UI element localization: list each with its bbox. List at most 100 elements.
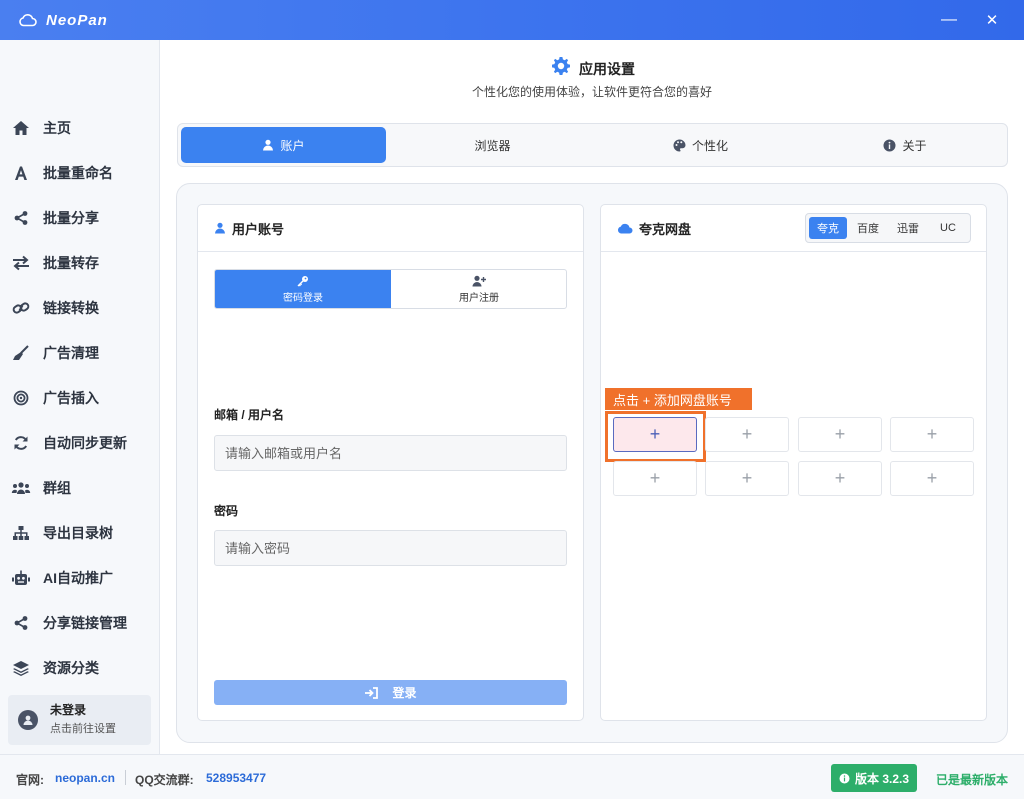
sign-in-icon [364,686,379,699]
tab-label: 关于 [902,138,927,153]
sidebar: 主页 批量重命名 批量分享 批量转存 链接转换 广告清理 广告插入 自动同步更新… [0,40,160,754]
add-account-slot[interactable]: + [890,461,974,496]
card-header: 用户账号 [198,205,583,252]
gear-icon [551,56,571,81]
tab-password-login[interactable]: 密码登录 [215,270,391,308]
sidebar-item-share-manage[interactable]: 分享链接管理 [0,603,159,643]
password-field[interactable] [214,530,567,566]
app-name: NeoPan [46,11,108,29]
add-account-slot[interactable]: + [798,417,882,452]
user-plus-icon [472,275,486,287]
sidebar-item-label: 广告清理 [43,345,99,361]
login-button[interactable]: 登录 [214,680,567,705]
tab-label: 密码登录 [283,292,323,304]
page-title: 应用设置 [551,56,635,81]
add-account-slot[interactable]: + [705,417,789,452]
layers-icon [11,658,31,678]
version-badge[interactable]: 版本 3.2.3 [831,764,917,792]
sidebar-item-categories[interactable]: 资源分类 [0,648,159,688]
sidebar-item-label: 导出目录树 [43,525,113,541]
main-area: 应用设置 个性化您的使用体验，让软件更符合您的喜好 账户 浏览器 个性化 关于 … [160,40,1024,754]
qq-group-label: QQ交流群: [135,773,194,787]
add-account-slot[interactable]: + [798,461,882,496]
home-icon [11,118,31,138]
sidebar-item-export-tree[interactable]: 导出目录树 [0,513,159,553]
add-account-slot[interactable]: + [613,461,697,496]
status-bar: 官网: neopan.cn QQ交流群: 528953477 版本 3.2.3 … [0,754,1024,799]
email-label: 邮箱 / 用户名 [214,408,285,422]
user-name: 未登录 [50,703,87,717]
palette-icon [673,139,686,152]
sidebar-item-ad-clean[interactable]: 广告清理 [0,333,159,373]
close-button[interactable]: ✕ [979,8,1005,32]
page-subtitle: 个性化您的使用体验，让软件更符合您的喜好 [471,85,712,99]
sync-icon [11,433,31,453]
sidebar-item-label: 批量转存 [43,255,99,271]
tab-about[interactable]: 关于 [805,127,1005,163]
password-label: 密码 [214,504,239,518]
site-link[interactable]: neopan.cn [55,771,115,785]
share-icon [11,613,31,633]
target-icon [11,388,31,408]
add-account-slot[interactable]: + [705,461,789,496]
font-icon [11,163,31,183]
share-icon [11,208,31,228]
sidebar-item-batch-rename[interactable]: 批量重命名 [0,153,159,193]
tab-account[interactable]: 账户 [181,127,386,163]
add-account-slot[interactable]: + [613,417,697,452]
tab-label: 浏览器 [474,138,511,153]
link-icon [11,298,31,318]
sidebar-item-label: 链接转换 [43,300,99,316]
provider-tabs: 夸克 百度 迅雷 UC [805,213,971,243]
card-title: 用户账号 [232,221,285,237]
sidebar-item-batch-share[interactable]: 批量分享 [0,198,159,238]
sidebar-item-groups[interactable]: 群组 [0,468,159,508]
add-account-tip: 点击 + 添加网盘账号 [605,388,752,410]
provider-uc[interactable]: UC [929,217,967,239]
email-field[interactable] [214,435,567,471]
sidebar-item-ad-insert[interactable]: 广告插入 [0,378,159,418]
info-icon [883,139,896,152]
card-title: 夸克网盘 [639,221,692,237]
sidebar-item-link-convert[interactable]: 链接转换 [0,288,159,328]
user-account-card: 用户账号 密码登录 用户注册 邮箱 / 用户名 密码 登录 [197,204,584,721]
sidebar-item-ai-promote[interactable]: AI自动推广 [0,558,159,598]
add-account-slot[interactable]: + [890,417,974,452]
key-icon [297,275,309,287]
user-avatar-icon [18,710,38,730]
minimize-button[interactable]: — [936,8,962,32]
sitemap-icon [11,523,31,543]
provider-baidu[interactable]: 百度 [849,217,887,239]
tab-browser[interactable]: 浏览器 [390,127,595,163]
provider-quark[interactable]: 夸克 [809,217,847,239]
sidebar-item-label: 批量重命名 [43,165,113,181]
qq-group-number[interactable]: 528953477 [206,771,266,785]
tab-personalize[interactable]: 个性化 [598,127,803,163]
title-bar: NeoPan — ✕ [0,0,1024,40]
sidebar-item-auto-sync[interactable]: 自动同步更新 [0,423,159,463]
cloud-logo-icon [18,10,38,30]
transfer-icon [11,253,31,273]
sidebar-item-label: 自动同步更新 [43,435,127,451]
sidebar-item-batch-transfer[interactable]: 批量转存 [0,243,159,283]
sidebar-item-label: 群组 [43,480,71,496]
user-hint: 点击前往设置 [50,723,116,735]
broom-icon [11,343,31,363]
site-label: 官网: [16,773,44,787]
tab-label: 账户 [280,138,305,153]
tab-label: 用户注册 [459,292,499,304]
version-text: 版本 3.2.3 [854,771,910,786]
sidebar-item-label: 广告插入 [43,390,99,406]
robot-icon [11,568,31,588]
sidebar-item-label: AI自动推广 [43,570,113,586]
provider-xunlei[interactable]: 迅雷 [889,217,927,239]
cloud-drive-card: 夸克网盘 夸克 百度 迅雷 UC 点击 + 添加网盘账号 + + + + + +… [600,204,987,721]
tab-user-register[interactable]: 用户注册 [391,270,566,308]
user-icon [214,222,226,234]
info-icon [839,773,850,784]
login-mode-tabs: 密码登录 用户注册 [214,269,567,309]
tab-label: 个性化 [691,138,728,153]
account-settings-panel: 用户账号 密码登录 用户注册 邮箱 / 用户名 密码 登录 [176,183,1008,743]
sidebar-item-home[interactable]: 主页 [0,108,159,148]
user-status-card[interactable]: 未登录 点击前往设置 [8,695,151,745]
